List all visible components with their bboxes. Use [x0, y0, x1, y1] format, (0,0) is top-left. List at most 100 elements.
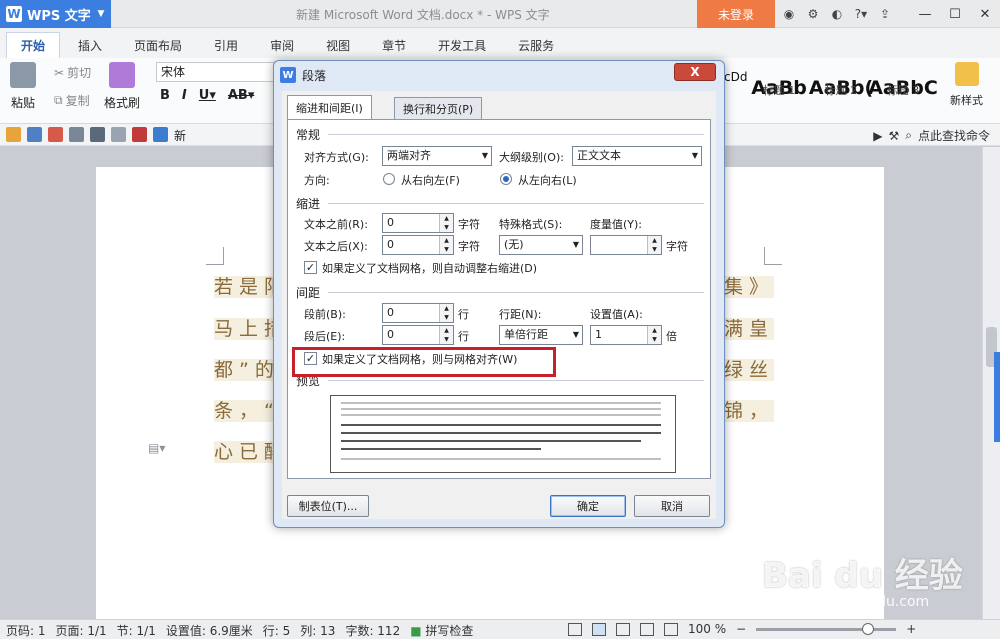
tab-cloud[interactable]: 云服务 [504, 32, 568, 58]
tab-developer[interactable]: 开发工具 [424, 32, 500, 58]
tools-icon[interactable]: ⚒ [888, 129, 899, 143]
ltr-radio[interactable] [500, 173, 512, 185]
indent-after-input[interactable]: 0 ▲ ▼ [382, 235, 454, 255]
undo-icon[interactable] [90, 127, 105, 142]
style-heading-1[interactable]: AaBb 标题 1 [748, 60, 810, 116]
page-count[interactable]: 页面: 1/1 [56, 622, 107, 639]
section-indent: 缩进 [296, 197, 321, 211]
tab-page-layout[interactable]: 页面布局 [120, 32, 196, 58]
indent-before-input[interactable]: 0 ▲ ▼ [382, 213, 454, 233]
login-button[interactable]: 未登录 [697, 0, 775, 28]
style-heading-3[interactable]: AaBbC 标题 3 [868, 60, 938, 116]
settings-icon[interactable]: ⚙ [804, 5, 822, 23]
tab-section[interactable]: 章节 [368, 32, 420, 58]
strikethrough-icon[interactable]: AB▾ [228, 88, 255, 103]
paste-button[interactable]: 粘贴 [10, 62, 36, 111]
tab-line-page-breaks[interactable]: 换行和分页(P) [394, 97, 483, 119]
outline-label: 大纲级别(O): [499, 151, 564, 164]
new-style-button[interactable]: 新样式 [950, 62, 983, 108]
full-screen-icon[interactable] [568, 622, 582, 636]
line-spacing-select[interactable]: 单倍行距 ▼ [499, 325, 583, 345]
cancel-button[interactable]: 取消 [634, 495, 710, 517]
space-before-unit[interactable]: 行 [458, 306, 469, 322]
bold-icon[interactable]: B [160, 88, 170, 103]
space-after-input[interactable]: 0 ▲ ▼ [382, 325, 454, 345]
close-window-icon[interactable]: ✕ [970, 0, 1000, 28]
tab-home[interactable]: 开始 [6, 32, 61, 58]
preview-line [341, 402, 661, 404]
format-row: B I U▾ AB▾ [160, 88, 254, 103]
save-icon[interactable] [27, 127, 42, 142]
auto-adjust-checkbox[interactable]: ✓ [304, 261, 317, 274]
rtl-radio[interactable] [383, 173, 395, 185]
tab-review[interactable]: 审阅 [256, 32, 308, 58]
reading-view-icon[interactable] [664, 622, 678, 636]
tab-view[interactable]: 视图 [312, 32, 364, 58]
spin-arrows-icon[interactable]: ▲ ▼ [647, 326, 661, 344]
measure-input[interactable]: ▲ ▼ [590, 235, 662, 255]
space-after-value: 0 [387, 328, 394, 341]
play-icon[interactable]: ▶ [873, 129, 882, 143]
chevron-down-icon[interactable]: ▼ [91, 9, 111, 19]
redo-icon[interactable] [111, 127, 126, 142]
zoom-out-icon[interactable]: − [736, 622, 746, 636]
auto-adjust-label: 如果定义了文档网格，则自动调整右缩进(D) [322, 262, 538, 275]
setting-input[interactable]: 1 ▲ ▼ [590, 325, 662, 345]
new-partial[interactable]: 新 [174, 127, 186, 143]
cut-button[interactable]: ✂ 剪切 [54, 64, 91, 81]
command-search[interactable]: ▶ ⚒ ⌕ 点此查找命令 [873, 127, 990, 144]
restore-ribbon-icon[interactable]: ⇪ [876, 5, 894, 23]
space-after-unit[interactable]: 行 [458, 328, 469, 344]
app-menu-button[interactable]: W WPS 文字 ▼ [0, 0, 111, 28]
web-view-icon[interactable] [640, 622, 654, 636]
open-icon[interactable] [6, 127, 21, 142]
font-name-select[interactable]: 宋体 [156, 62, 276, 82]
outline-level-select[interactable]: 正文文本 ▼ [572, 146, 702, 166]
paragraph-marker-icon[interactable]: ▤▾ [148, 441, 165, 455]
special-format-select[interactable]: (无) ▼ [499, 235, 583, 255]
maximize-icon[interactable]: ☐ [940, 0, 970, 28]
export-pdf-icon[interactable] [48, 127, 63, 142]
indent-before-label: 文本之前(R): [304, 218, 368, 231]
cube-icon[interactable] [153, 127, 168, 142]
space-before-input[interactable]: 0 ▲ ▼ [382, 303, 454, 323]
underline-icon[interactable]: U▾ [199, 88, 216, 103]
print-icon[interactable] [69, 127, 84, 142]
format-painter-button[interactable]: 格式刷 [104, 62, 140, 111]
zoom-in-icon[interactable]: + [906, 622, 916, 636]
help-icon[interactable]: ?▾ [852, 5, 870, 23]
spin-arrows-icon[interactable]: ▲ ▼ [439, 304, 453, 322]
minimize-icon[interactable]: — [910, 0, 940, 28]
spin-arrows-icon[interactable]: ▲ ▼ [439, 214, 453, 232]
zoom-level[interactable]: 100 % [688, 622, 726, 636]
wps-icon[interactable] [132, 127, 147, 142]
word-count[interactable]: 字数: 112 [345, 622, 400, 639]
side-panel-tab[interactable] [994, 352, 1000, 442]
ok-button[interactable]: 确定 [550, 495, 626, 517]
zoom-slider-thumb[interactable] [862, 622, 875, 635]
status-left: 页码: 1 页面: 1/1 节: 1/1 设置值: 6.9厘米 行: 5 列: … [6, 622, 473, 639]
spin-arrows-icon[interactable]: ▲ ▼ [439, 326, 453, 344]
tab-references[interactable]: 引用 [200, 32, 252, 58]
tabs-settings-button[interactable]: 制表位(T)... [287, 495, 369, 517]
tab-insert[interactable]: 插入 [64, 32, 116, 58]
italic-icon[interactable]: I [182, 88, 187, 103]
outline-view-icon[interactable] [616, 622, 630, 636]
feedback-icon[interactable]: ◐ [828, 5, 846, 23]
divider [328, 203, 704, 204]
copy-button[interactable]: ⧉ 复制 [54, 92, 90, 109]
page-view-icon[interactable] [592, 622, 606, 636]
dialog-close-button[interactable]: X [674, 63, 716, 81]
tab-indent-spacing[interactable]: 缩进和间距(I) [287, 95, 372, 119]
spin-arrows-icon[interactable]: ▲ ▼ [439, 236, 453, 254]
skin-icon[interactable]: ◉ [780, 5, 798, 23]
preview-line [341, 432, 661, 434]
spell-check[interactable]: ■ 拼写检查 [410, 622, 473, 639]
spin-arrows-icon[interactable]: ▲ ▼ [647, 236, 661, 254]
indent-after-unit[interactable]: 字符 [458, 238, 480, 254]
measure-unit[interactable]: 字符 [666, 238, 688, 254]
indent-before-unit[interactable]: 字符 [458, 216, 480, 232]
style-heading-2[interactable]: AaBb( 标题 2 [809, 60, 873, 116]
zoom-slider[interactable] [756, 622, 897, 635]
alignment-select[interactable]: 两端对齐 ▼ [382, 146, 492, 166]
